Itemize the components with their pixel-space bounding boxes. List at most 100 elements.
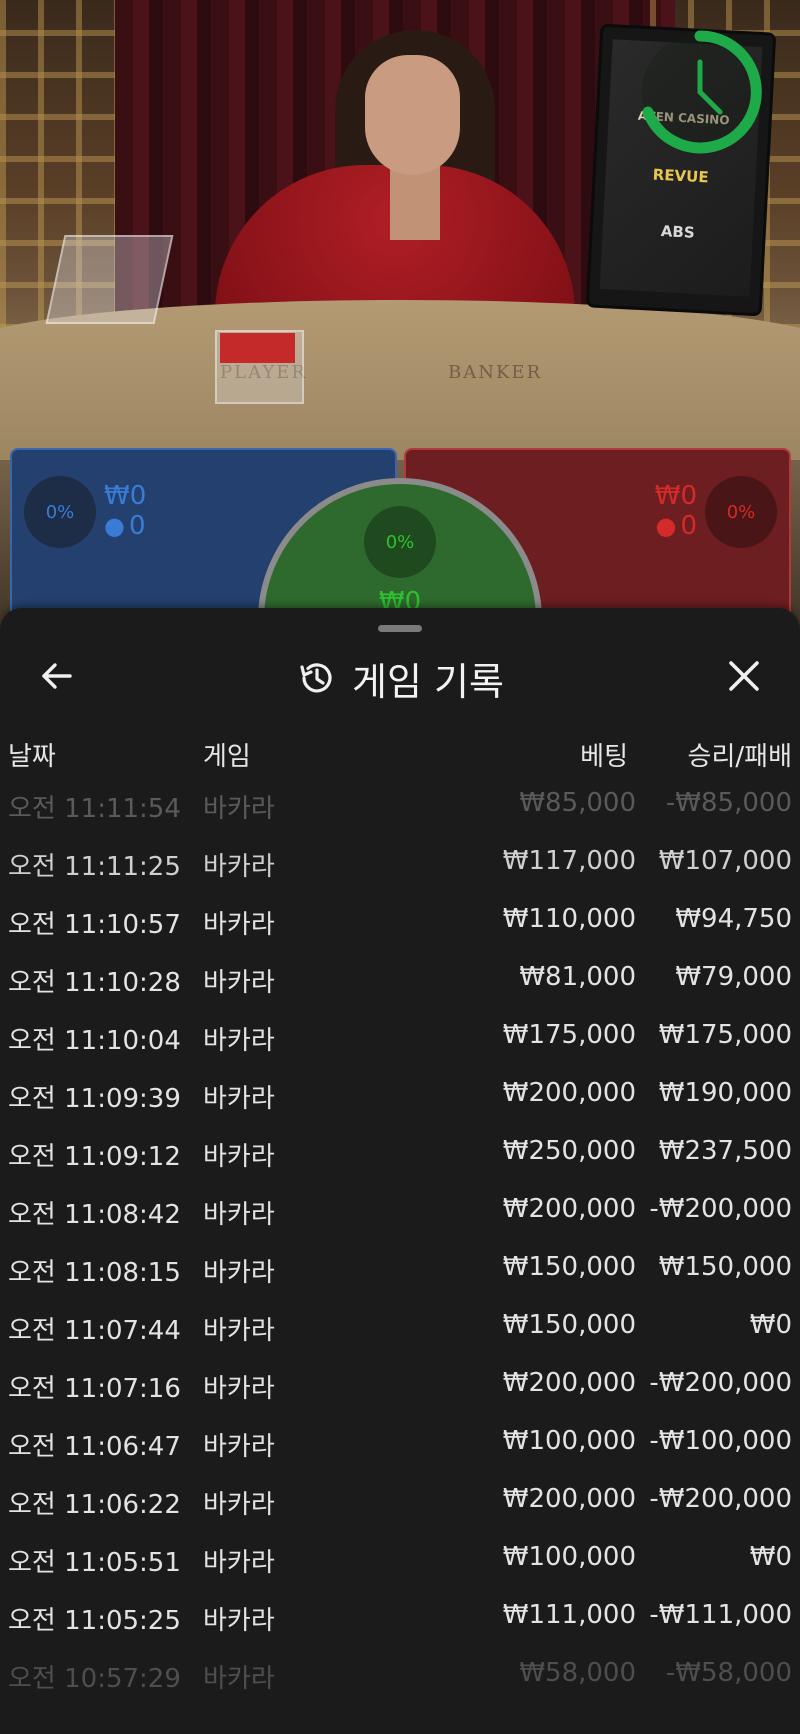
- playing-card: [220, 333, 295, 363]
- row-game: 바카라: [203, 1200, 275, 1230]
- row-date: 오전 11:10:04: [8, 1026, 181, 1056]
- row-date: 오전 11:10:28: [8, 968, 181, 998]
- row-result: ₩107,000: [658, 846, 792, 876]
- history-icon: [300, 663, 332, 693]
- row-result: -₩111,000: [649, 1600, 792, 1630]
- table-row[interactable]: 오전 11:06:47 바카라 ₩100,000 -₩100,000: [0, 1412, 800, 1470]
- column-header-game: 게임: [203, 742, 251, 772]
- row-date: 오전 11:08:42: [8, 1200, 181, 1230]
- row-game: 바카라: [203, 1258, 275, 1288]
- row-result: -₩85,000: [665, 788, 792, 818]
- row-date: 오전 11:10:57: [8, 910, 181, 940]
- column-header-date: 날짜: [8, 742, 56, 772]
- row-game: 바카라: [203, 910, 275, 940]
- tie-percent: 0%: [364, 506, 436, 578]
- row-game: 바카라: [203, 1374, 275, 1404]
- row-result: -₩200,000: [649, 1484, 792, 1514]
- table-row[interactable]: 오전 11:11:25 바카라 ₩117,000 ₩107,000: [0, 832, 800, 890]
- row-bet: ₩100,000: [502, 1542, 636, 1572]
- dealer-face: [365, 55, 460, 175]
- row-date: 오전 11:08:15: [8, 1258, 181, 1288]
- table-row[interactable]: 오전 11:05:51 바카라 ₩100,000 ₩0: [0, 1528, 800, 1586]
- row-bet: ₩100,000: [502, 1426, 636, 1456]
- close-button[interactable]: [716, 648, 772, 704]
- table-row[interactable]: 오전 10:57:29 바카라 ₩58,000 -₩58,000: [0, 1644, 800, 1702]
- person-icon: ●: [104, 512, 125, 540]
- row-result: ₩190,000: [658, 1078, 792, 1108]
- row-date: 오전 11:07:16: [8, 1374, 181, 1404]
- player-count: 0: [128, 511, 146, 541]
- row-game: 바카라: [203, 1490, 275, 1520]
- row-date: 오전 11:05:25: [8, 1606, 181, 1636]
- row-result: -₩100,000: [649, 1426, 792, 1456]
- row-game: 바카라: [203, 852, 275, 882]
- brand-revue: REVUE: [652, 165, 710, 187]
- row-result: ₩0: [749, 1542, 792, 1572]
- player-amount: ₩0: [104, 481, 147, 511]
- table-row[interactable]: 오전 11:08:42 바카라 ₩200,000 -₩200,000: [0, 1180, 800, 1238]
- row-bet: ₩117,000: [502, 846, 636, 876]
- row-date: 오전 11:11:25: [8, 852, 181, 882]
- row-result: -₩58,000: [665, 1658, 792, 1688]
- table-row[interactable]: 오전 11:06:22 바카라 ₩200,000 -₩200,000: [0, 1470, 800, 1528]
- table-row[interactable]: 오전 11:07:44 바카라 ₩150,000 ₩0: [0, 1296, 800, 1354]
- banker-amount: ₩0: [654, 481, 697, 511]
- row-result: ₩79,000: [675, 962, 792, 992]
- row-bet: ₩200,000: [502, 1484, 636, 1514]
- row-game: 바카라: [203, 1026, 275, 1056]
- column-header-bet: 베팅: [580, 742, 628, 772]
- row-result: -₩200,000: [649, 1194, 792, 1224]
- table-row[interactable]: 오전 11:11:54 바카라 ₩85,000 -₩85,000: [0, 774, 800, 832]
- drag-handle[interactable]: [378, 625, 422, 632]
- banker-count: 0: [680, 511, 697, 541]
- row-result: ₩150,000: [658, 1252, 792, 1282]
- table-row[interactable]: 오전 11:05:25 바카라 ₩111,000 -₩111,000: [0, 1586, 800, 1644]
- close-icon: [729, 661, 759, 691]
- table-row[interactable]: 오전 11:10:04 바카라 ₩175,000 ₩175,000: [0, 1006, 800, 1064]
- row-bet: ₩81,000: [519, 962, 636, 992]
- row-date: 오전 11:09:12: [8, 1142, 181, 1172]
- baccarat-table: [0, 300, 800, 460]
- row-date: 오전 11:05:51: [8, 1548, 181, 1578]
- row-date: 오전 11:07:44: [8, 1316, 181, 1346]
- table-row[interactable]: 오전 11:10:57 바카라 ₩110,000 ₩94,750: [0, 890, 800, 948]
- table-row[interactable]: 오전 11:07:16 바카라 ₩200,000 -₩200,000: [0, 1354, 800, 1412]
- row-game: 바카라: [203, 1664, 275, 1694]
- row-game: 바카라: [203, 1142, 275, 1172]
- row-bet: ₩150,000: [502, 1252, 636, 1282]
- table-row[interactable]: 오전 11:08:15 바카라 ₩150,000 ₩150,000: [0, 1238, 800, 1296]
- column-header-result: 승리/패배: [687, 742, 792, 772]
- row-result: ₩94,750: [675, 904, 792, 934]
- row-bet: ₩111,000: [502, 1600, 636, 1630]
- row-result: ₩175,000: [658, 1020, 792, 1050]
- row-bet: ₩150,000: [502, 1310, 636, 1340]
- brand-abs: ABS: [660, 222, 696, 242]
- row-game: 바카라: [203, 1606, 275, 1636]
- row-date: 오전 11:09:39: [8, 1084, 181, 1114]
- table-label-banker: BANKER: [448, 362, 543, 383]
- row-bet: ₩85,000: [519, 788, 636, 818]
- row-bet: ₩175,000: [502, 1020, 636, 1050]
- row-game: 바카라: [203, 968, 275, 998]
- row-game: 바카라: [203, 1548, 275, 1578]
- row-result: ₩0: [749, 1310, 792, 1340]
- history-table: 오전 11:11:54 바카라 ₩85,000 -₩85,000 오전 11:11:2…: [0, 774, 800, 1702]
- banker-count-row: ● 0: [656, 512, 698, 540]
- player-count-row: ● 0: [104, 512, 146, 540]
- row-result: ₩237,500: [658, 1136, 792, 1166]
- row-bet: ₩250,000: [502, 1136, 636, 1166]
- row-bet: ₩200,000: [502, 1194, 636, 1224]
- game-history-sheet: 게임 기록 날짜 게임 베팅 승리/패배 오전 11:11:54 바카라 ₩85,0…: [0, 608, 800, 1734]
- row-bet: ₩110,000: [502, 904, 636, 934]
- card-shoe: [45, 235, 174, 324]
- row-bet: ₩58,000: [519, 1658, 636, 1688]
- clock-icon: [642, 30, 762, 154]
- row-game: 바카라: [203, 1084, 275, 1114]
- row-bet: ₩200,000: [502, 1368, 636, 1398]
- page-title: 게임 기록: [352, 659, 504, 704]
- table-row[interactable]: 오전 11:09:39 바카라 ₩200,000 ₩190,000: [0, 1064, 800, 1122]
- row-date: 오전 11:11:54: [8, 794, 181, 824]
- row-date: 오전 11:06:22: [8, 1490, 181, 1520]
- table-row[interactable]: 오전 11:10:28 바카라 ₩81,000 ₩79,000: [0, 948, 800, 1006]
- table-row[interactable]: 오전 11:09:12 바카라 ₩250,000 ₩237,500: [0, 1122, 800, 1180]
